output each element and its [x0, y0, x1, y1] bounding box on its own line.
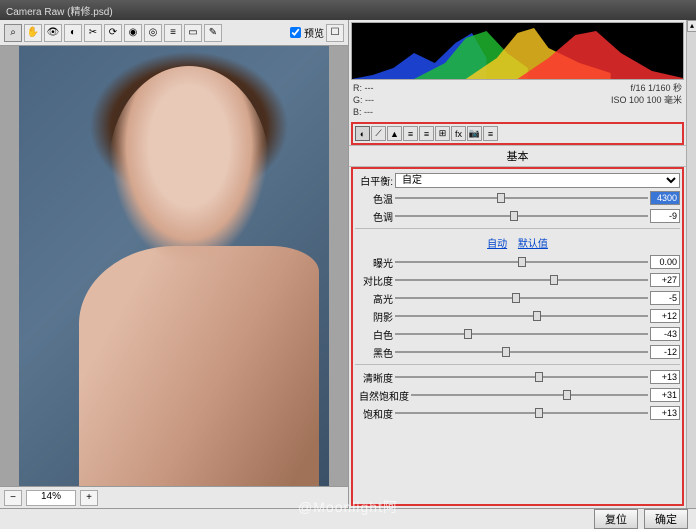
toolbar: ⌕ ✋ 👁 ◐ ✂ ⟳ ◉ ◎ ≡ ▭ ✎ 预览 ☐ [0, 20, 348, 46]
contrast-slider[interactable] [395, 275, 648, 285]
tab-fx[interactable]: fx [451, 126, 466, 141]
vibrance-label: 自然饱和度 [355, 388, 409, 403]
brush-tool-icon[interactable]: ✎ [204, 24, 222, 42]
clarity-value[interactable]: +13 [650, 370, 680, 384]
preview-check-input[interactable] [290, 27, 301, 38]
clarity-label: 清晰度 [355, 370, 393, 385]
shadow-value[interactable]: +12 [650, 309, 680, 323]
wb-select[interactable]: 自定 [395, 173, 680, 188]
tab-preset[interactable]: ≡ [483, 126, 498, 141]
adjust-tool-icon[interactable]: ≡ [164, 24, 182, 42]
preview-image [19, 46, 329, 486]
exif-info: R: ---f/16 1/160 秒 G: ---ISO 100 100 毫米 … [349, 80, 686, 120]
clarity-slider[interactable] [395, 372, 648, 382]
high-label: 高光 [355, 291, 393, 306]
default-link[interactable]: 默认值 [518, 239, 548, 250]
zoom-level[interactable]: 14% [26, 490, 76, 506]
black-value[interactable]: -12 [650, 345, 680, 359]
expo-label: 曝光 [355, 255, 393, 270]
preview-label: 预览 [304, 25, 324, 40]
redeye-tool-icon[interactable]: ◎ [144, 24, 162, 42]
temp-label: 色温 [355, 191, 393, 206]
tint-slider[interactable] [395, 211, 648, 221]
tab-curve[interactable]: ⟋ [371, 126, 386, 141]
tab-detail[interactable]: ▲ [387, 126, 402, 141]
expo-value[interactable]: 0.00 [650, 255, 680, 269]
vibrance-slider[interactable] [411, 390, 648, 400]
sat-slider[interactable] [395, 408, 648, 418]
vibrance-value[interactable]: +31 [650, 388, 680, 402]
title-bar: Camera Raw (精修.psd) [0, 0, 696, 20]
tab-camera[interactable]: 📷 [467, 126, 482, 141]
black-label: 黑色 [355, 345, 393, 360]
expo-slider[interactable] [395, 257, 648, 267]
tint-label: 色调 [355, 209, 393, 224]
spot-tool-icon[interactable]: ◉ [124, 24, 142, 42]
wb-label: 白平衡: [355, 173, 393, 188]
grad-tool-icon[interactable]: ▭ [184, 24, 202, 42]
footer: 复位 确定 [0, 508, 696, 529]
basic-panel: 白平衡: 自定 色温 4300 色调 -9 自动 默认值 [351, 167, 684, 506]
zoom-tool-icon[interactable]: ⌕ [4, 24, 22, 42]
tint-value[interactable]: -9 [650, 209, 680, 223]
scroll-up-icon[interactable]: ▴ [687, 20, 696, 32]
white-slider[interactable] [395, 329, 648, 339]
zoom-in-icon[interactable]: + [80, 490, 98, 506]
white-label: 白色 [355, 327, 393, 342]
preview-checkbox[interactable]: 预览 [290, 25, 324, 40]
auto-link[interactable]: 自动 [487, 239, 507, 250]
tab-split[interactable]: ≡ [419, 126, 434, 141]
crop-tool-icon[interactable]: ✂ [84, 24, 102, 42]
panel-tabs: ◐ ⟋ ▲ ≡ ≡ ⊞ fx 📷 ≡ [351, 122, 684, 145]
panel-title: 基本 [349, 145, 686, 167]
high-slider[interactable] [395, 293, 648, 303]
temp-slider[interactable] [395, 193, 648, 203]
status-bar: − 14% + [0, 486, 348, 508]
white-value[interactable]: -43 [650, 327, 680, 341]
wb-tool-icon[interactable]: 👁 [44, 24, 62, 42]
sat-value[interactable]: +13 [650, 406, 680, 420]
tab-lens[interactable]: ⊞ [435, 126, 450, 141]
straighten-tool-icon[interactable]: ⟳ [104, 24, 122, 42]
reset-button[interactable]: 复位 [594, 509, 638, 529]
zoom-out-icon[interactable]: − [4, 490, 22, 506]
shadow-label: 阴影 [355, 309, 393, 324]
shadow-slider[interactable] [395, 311, 648, 321]
black-slider[interactable] [395, 347, 648, 357]
histogram [351, 22, 684, 80]
high-value[interactable]: -5 [650, 291, 680, 305]
image-canvas[interactable] [0, 46, 348, 486]
contrast-label: 对比度 [355, 273, 393, 288]
sat-label: 饱和度 [355, 406, 393, 421]
fullscreen-icon[interactable]: ☐ [326, 24, 344, 42]
color-sampler-icon[interactable]: ◐ [64, 24, 82, 42]
tab-hsl[interactable]: ≡ [403, 126, 418, 141]
temp-value[interactable]: 4300 [650, 191, 680, 205]
panel-scrollbar[interactable]: ▴ [686, 20, 696, 508]
tab-basic[interactable]: ◐ [355, 126, 370, 141]
contrast-value[interactable]: +27 [650, 273, 680, 287]
ok-button[interactable]: 确定 [644, 509, 688, 529]
hand-tool-icon[interactable]: ✋ [24, 24, 42, 42]
